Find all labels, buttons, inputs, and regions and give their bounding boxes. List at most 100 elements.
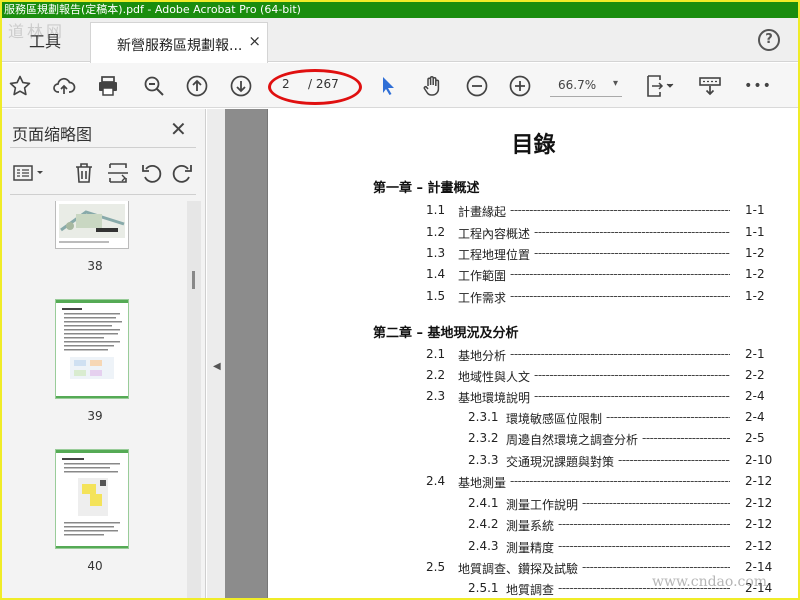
toc-entry-page: 2-2	[745, 368, 765, 382]
toc-entry-number: 2.5.1	[468, 581, 499, 595]
sidebar-title: 页面缩略图	[12, 125, 93, 144]
current-page-input[interactable]: 2	[282, 77, 306, 91]
toc-entry-page: 2-12	[745, 539, 773, 553]
scroll-mode-icon[interactable]	[696, 72, 724, 100]
sidebar-scrollbar[interactable]	[187, 201, 201, 598]
hand-icon[interactable]	[418, 72, 446, 100]
more-icon[interactable]: •••	[744, 72, 772, 100]
page-navigator: 2 / 267	[268, 69, 364, 105]
tab-document[interactable]: 新營服務區規劃報... ×	[90, 22, 268, 63]
thumbnail-page-number: 39	[87, 409, 103, 423]
zoom-out-magnifier-icon[interactable]	[140, 72, 168, 100]
toc-entry[interactable]: 2.3.3 交通現況課題與對策 --------------------------…	[268, 453, 798, 469]
sidebar-toggle-gutter[interactable]: ◀	[207, 109, 225, 598]
toc-leader: ----------------------------------------…	[606, 410, 730, 424]
toc-leader: ----------------------------------------…	[582, 496, 730, 510]
acrobat-window: 服務區規劃報告(定稿本).pdf - Adobe Acrobat Pro (64…	[2, 2, 798, 598]
toc-leader: ----------------------------------------…	[510, 289, 730, 303]
toc-entry[interactable]: 2.3 基地環境說明 -------------------------------…	[268, 389, 798, 405]
close-sidebar-icon[interactable]: ✕	[170, 117, 187, 141]
toc-entry-title: 工作範圍	[458, 269, 507, 283]
thumbnail-sidebar: 页面缩略图 ✕ 38 39 40	[2, 109, 206, 598]
toc-leader: ----------------------------------------…	[534, 389, 730, 403]
toc-entry-page: 1-2	[745, 289, 765, 303]
toc-entry-page: 2-12	[745, 517, 773, 531]
trash-icon[interactable]	[72, 161, 96, 185]
toc-entry-number: 2.4.3	[468, 539, 499, 553]
toc-entry-title: 地域性與人文	[458, 370, 531, 384]
print-icon[interactable]	[94, 72, 122, 100]
toc-entry-page: 1-2	[745, 246, 765, 260]
divider	[10, 147, 196, 148]
toc-leader: ----------------------------------------…	[534, 368, 730, 382]
toc-entry-page: 2-5	[745, 431, 765, 445]
toc-entry-page: 1-2	[745, 267, 765, 281]
toc-entry-number: 2.3	[426, 389, 446, 403]
select-arrow-icon[interactable]	[374, 72, 402, 100]
toc-entry-number: 2.4	[426, 474, 446, 488]
toc-entry[interactable]: 2.2 地域性與人文 -------------------------------…	[268, 368, 798, 384]
toc-entry[interactable]: 2.1 基地分析 ---------------------------------…	[268, 347, 798, 363]
toc-entry-title: 基地測量	[458, 476, 507, 490]
toc-entry[interactable]: 2.4 基地測量 ---------------------------------…	[268, 474, 798, 490]
close-tab-icon[interactable]: ×	[248, 34, 261, 49]
toc-entry-title: 工作需求	[458, 291, 507, 305]
toc-title: 目錄	[511, 133, 556, 158]
zoom-minus-icon[interactable]	[463, 72, 491, 100]
toc-entry-title: 工程地理位置	[458, 248, 531, 262]
toc-entry-title: 基地環境說明	[458, 391, 531, 405]
scrollbar-thumb[interactable]	[192, 271, 195, 289]
toc-entry[interactable]: 1.1 計畫緣起 ---------------------------------…	[268, 203, 798, 219]
toc-entry-page: 2-14	[745, 560, 773, 574]
toc-entry-title: 地質調查	[506, 583, 555, 597]
toc-leader: ----------------------------------------…	[618, 453, 730, 467]
toc-leader: ----------------------------------------…	[510, 474, 730, 488]
toc-entry[interactable]: 2.3.2 周邊自然環境之調查分析------------------------…	[268, 431, 798, 447]
page-thumbnail[interactable]	[55, 449, 129, 549]
pdf-page: 目錄 第一章 – 計畫概述 第二章 – 基地現況及分析 1.1 計畫緣起 -------…	[267, 109, 798, 598]
toc-entry[interactable]: 1.2 工程內容概述 -------------------------------…	[268, 225, 798, 241]
page-down-icon[interactable]	[227, 72, 255, 100]
collapse-arrow-icon[interactable]: ◀	[213, 361, 221, 372]
toc-entry-title: 測量工作說明	[506, 498, 579, 512]
toc-entry-number: 2.2	[426, 368, 446, 382]
toc-entry-number: 1.1	[426, 203, 446, 217]
toc-leader: ----------------------------------------…	[510, 203, 730, 217]
zoom-select[interactable]: 66.7% ▾	[550, 75, 622, 97]
watermark-bottom-right: www.cndao.com	[652, 574, 768, 590]
rotate-cw-icon[interactable]	[170, 161, 194, 185]
star-icon[interactable]	[6, 72, 34, 100]
toc-entry[interactable]: 2.4.3 測量精度 -------------------------------…	[268, 539, 798, 555]
toc-entry-number: 1.4	[426, 267, 446, 281]
zoom-value: 66.7%	[558, 78, 597, 92]
toc-entry[interactable]: 1.5 工作需求 ---------------------------------…	[268, 289, 798, 305]
thumbnail-page-number: 38	[87, 259, 103, 273]
toc-entry-page: 2-10	[745, 453, 773, 467]
zoom-plus-icon[interactable]	[506, 72, 534, 100]
extract-page-icon[interactable]	[106, 161, 130, 185]
help-icon[interactable]: ?	[758, 29, 780, 51]
toc-entry[interactable]: 1.3 工程地理位置 -------------------------------…	[268, 246, 798, 262]
rotate-ccw-icon[interactable]	[140, 161, 164, 185]
toc-entry-number: 1.2	[426, 225, 446, 239]
divider	[10, 194, 196, 195]
toc-entry[interactable]: 2.4.2 測量系統 -------------------------------…	[268, 517, 798, 533]
toc-entry[interactable]: 2.3.1 環境敏感區位限制 ---------------------------…	[268, 410, 798, 426]
toc-entry[interactable]: 1.4 工作範圍 ---------------------------------…	[268, 267, 798, 283]
page-up-icon[interactable]	[183, 72, 211, 100]
toc-entry-number: 2.5	[426, 560, 446, 574]
toc-entry-page: 1-1	[745, 225, 765, 239]
page-thumbnail[interactable]	[55, 201, 129, 249]
toc-entry-title: 地質調查、鑽探及試驗	[458, 562, 579, 576]
toc-entry-title: 測量系統	[506, 519, 555, 533]
fit-page-icon[interactable]	[642, 72, 678, 100]
thumbnail-list: 38 39 40	[2, 201, 188, 598]
toc-entry-number: 2.4.2	[468, 517, 499, 531]
thumbnail-options-icon[interactable]	[10, 161, 48, 185]
cloud-upload-icon[interactable]	[50, 72, 78, 100]
page-thumbnail[interactable]	[55, 299, 129, 399]
toc-entry[interactable]: 2.4.1 測量工作說明 -----------------------------…	[268, 496, 798, 512]
tab-document-label: 新營服務區規劃報...	[117, 38, 243, 54]
watermark-top-left: 道林网	[8, 22, 66, 41]
toc-entry-page: 2-1	[745, 347, 765, 361]
